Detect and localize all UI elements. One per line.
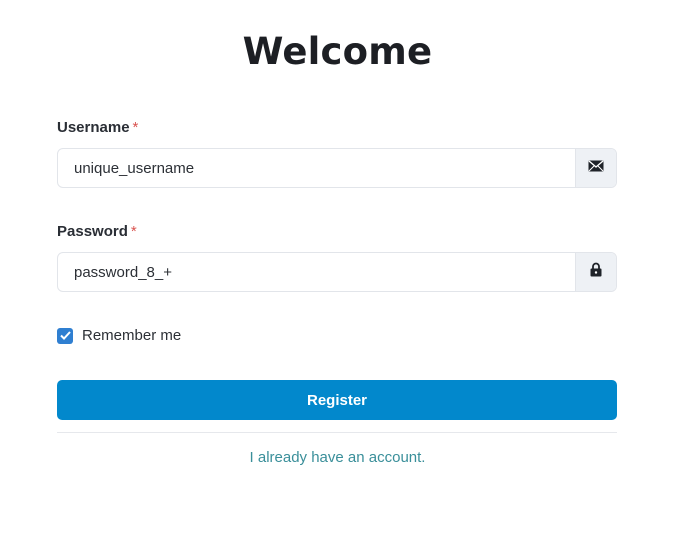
divider xyxy=(57,432,617,433)
required-marker: * xyxy=(132,119,139,136)
register-button[interactable]: Register xyxy=(57,380,617,420)
register-page: Welcome Username* Password* xyxy=(0,0,683,535)
remember-me[interactable]: Remember me xyxy=(57,327,181,344)
envelope-icon xyxy=(588,159,604,177)
password-label-text: Password xyxy=(57,223,128,240)
remember-me-checkbox[interactable] xyxy=(57,327,73,344)
password-input[interactable] xyxy=(58,253,575,291)
username-addon xyxy=(575,149,616,187)
username-input-group xyxy=(57,148,617,188)
password-input-group xyxy=(57,252,617,292)
required-marker: * xyxy=(130,223,137,240)
page-title: Welcome xyxy=(242,30,433,73)
login-link[interactable]: I already have an account. xyxy=(0,449,675,466)
lock-icon xyxy=(590,262,602,282)
username-label-text: Username xyxy=(57,119,130,136)
username-input[interactable] xyxy=(58,149,575,187)
password-label: Password * xyxy=(57,223,137,240)
password-addon xyxy=(575,253,616,291)
username-label: Username * xyxy=(57,119,138,136)
remember-me-label: Remember me xyxy=(82,327,182,344)
